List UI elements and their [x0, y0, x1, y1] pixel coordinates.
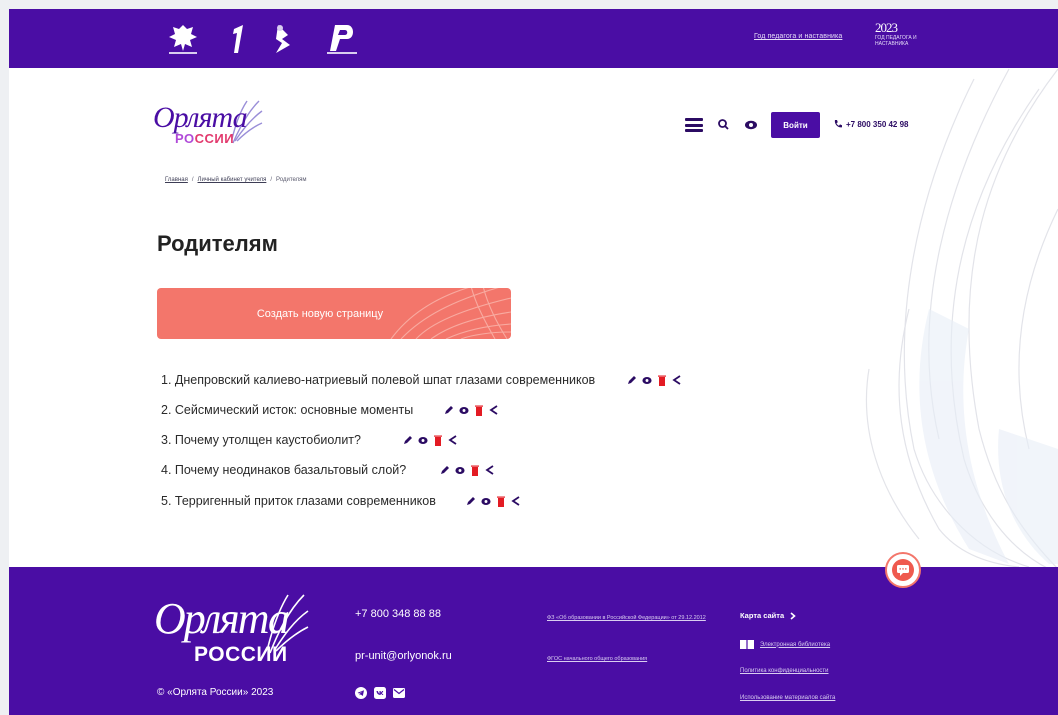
header-tools: Войти — [685, 112, 820, 138]
footer-logo-rossii: РОССИИ — [194, 643, 288, 666]
materials-usage-link[interactable]: Использование материалов сайта — [740, 695, 835, 701]
edit-icon[interactable] — [444, 405, 454, 416]
phone-icon — [834, 120, 842, 128]
feather-pen-logo-icon[interactable] — [271, 19, 297, 59]
vk-icon[interactable] — [374, 687, 386, 699]
teacher-year-link[interactable]: Год педагога и наставника — [754, 33, 842, 40]
share-icon[interactable] — [672, 375, 682, 386]
page-title-link[interactable]: 1. Днепровский калиево-натриевый полевой… — [161, 373, 595, 387]
breadcrumb-teacher-cabinet[interactable]: Личный кабинет учителя — [198, 177, 267, 183]
copyright: © «Орлята России» 2023 — [157, 687, 274, 698]
list-item: 3. Почему утолщен каустобиолит? — [161, 430, 458, 450]
delete-icon[interactable] — [657, 375, 667, 386]
view-icon[interactable] — [418, 435, 428, 446]
top-bar: Год педагога и наставника 2023 ГОД ПЕДАГ… — [9, 9, 1058, 68]
view-icon[interactable] — [455, 465, 465, 476]
edit-icon[interactable] — [403, 435, 413, 446]
list-item: 2. Сейсмический исток: основные моменты — [161, 400, 499, 420]
logo-text-ssii: ССИИ — [194, 131, 235, 146]
social-links — [355, 687, 405, 699]
page-frame: Год педагога и наставника 2023 ГОД ПЕДАГ… — [9, 9, 1058, 715]
edit-icon[interactable] — [627, 375, 637, 386]
breadcrumb-separator: / — [270, 177, 273, 183]
list-item: 1. Днепровский калиево-натриевый полевой… — [161, 370, 682, 390]
footer-logo-orlyata: Орлята — [154, 594, 290, 643]
law-document-link[interactable]: ФЗ «Об образовании в Российской Федераци… — [547, 614, 719, 622]
edit-icon[interactable] — [440, 465, 450, 476]
footer-logo[interactable]: Орлята РОССИИ — [154, 593, 324, 673]
badge-label: ГОД ПЕДАГОГА И НАСТАВНИКА — [875, 35, 917, 47]
footer-email[interactable]: pr-unit@orlyonok.ru — [355, 650, 452, 662]
fgos-document-link[interactable]: ФГОС начального общего образования — [547, 655, 719, 663]
view-icon[interactable] — [459, 405, 469, 416]
site-map-link[interactable]: Карта сайта — [740, 611, 796, 620]
rosdetcentr-logo-icon[interactable] — [323, 19, 363, 59]
search-icon[interactable] — [717, 118, 731, 132]
create-page-button[interactable]: Создать новую страницу — [157, 288, 511, 339]
view-icon[interactable] — [481, 496, 491, 507]
mail-icon[interactable] — [393, 687, 405, 699]
page-title: Родителям — [157, 231, 278, 256]
list-item: 4. Почему неодинаков базальтовый слой? — [161, 460, 495, 480]
teacher-year-badge[interactable]: 2023 ГОД ПЕДАГОГА И НАСТАВНИКА — [875, 21, 919, 59]
site-map-label: Карта сайта — [740, 611, 785, 620]
logo-text-orlyata: Орлята — [153, 101, 248, 134]
chevron-right-icon — [790, 611, 796, 620]
book-icon — [740, 640, 754, 649]
create-page-label: Создать новую страницу — [256, 307, 384, 320]
item-actions — [403, 435, 458, 446]
page-title-link[interactable]: 4. Почему неодинаков базальтовый слой? — [161, 463, 406, 477]
menu-icon[interactable] — [685, 118, 703, 132]
telegram-icon[interactable] — [355, 687, 367, 699]
view-icon[interactable] — [642, 375, 652, 386]
share-icon[interactable] — [489, 405, 499, 416]
chat-icon — [892, 559, 914, 581]
item-actions — [466, 496, 521, 507]
page-title-link[interactable]: 2. Сейсмический исток: основные моменты — [161, 403, 413, 417]
delete-icon[interactable] — [496, 496, 506, 507]
header-phone-number: +7 800 350 42 98 — [846, 119, 909, 129]
logo-text-rossii: РОССИИ — [175, 131, 234, 146]
header-phone[interactable]: +7 800 350 42 98 — [833, 119, 909, 129]
footer: Орлята РОССИИ © «Орлята России» 2023 +7 … — [9, 567, 1058, 715]
page-title-link[interactable]: 5. Терригенный приток глазами современни… — [161, 494, 436, 508]
share-icon[interactable] — [511, 496, 521, 507]
footer-phone[interactable]: +7 800 348 88 88 — [355, 608, 441, 620]
site-logo[interactable]: Орлята РОССИИ — [153, 97, 263, 157]
delete-icon[interactable] — [474, 405, 484, 416]
edit-icon[interactable] — [466, 496, 476, 507]
page-title-link[interactable]: 3. Почему утолщен каустобиолит? — [161, 433, 361, 447]
breadcrumb-home[interactable]: Главная — [165, 177, 188, 183]
share-icon[interactable] — [485, 465, 495, 476]
breadcrumb-current: Родителям — [276, 177, 307, 183]
ministry-emblem-icon[interactable] — [159, 19, 207, 59]
delete-icon[interactable] — [433, 435, 443, 446]
electronic-library-link[interactable]: Электронная библиотека — [740, 640, 830, 649]
chat-button[interactable] — [885, 552, 921, 588]
badge-year: 2023 — [875, 20, 898, 35]
breadcrumb: Главная / Личный кабинет учителя / Родит… — [165, 177, 307, 183]
item-actions — [444, 405, 499, 416]
item-actions — [627, 375, 682, 386]
accessibility-eye-icon[interactable] — [744, 118, 758, 132]
login-button[interactable]: Войти — [771, 112, 820, 138]
item-actions — [440, 465, 495, 476]
electronic-library-label: Электронная библиотека — [760, 641, 831, 648]
button-feather-decoration — [390, 288, 511, 339]
breadcrumb-separator: / — [191, 177, 194, 183]
number-one-logo-icon[interactable] — [227, 19, 249, 59]
privacy-policy-link[interactable]: Политика конфиденциальности — [740, 668, 829, 674]
delete-icon[interactable] — [470, 465, 480, 476]
share-icon[interactable] — [448, 435, 458, 446]
list-item: 5. Терригенный приток глазами современни… — [161, 491, 521, 511]
logo-text-ro: РО — [175, 131, 195, 146]
